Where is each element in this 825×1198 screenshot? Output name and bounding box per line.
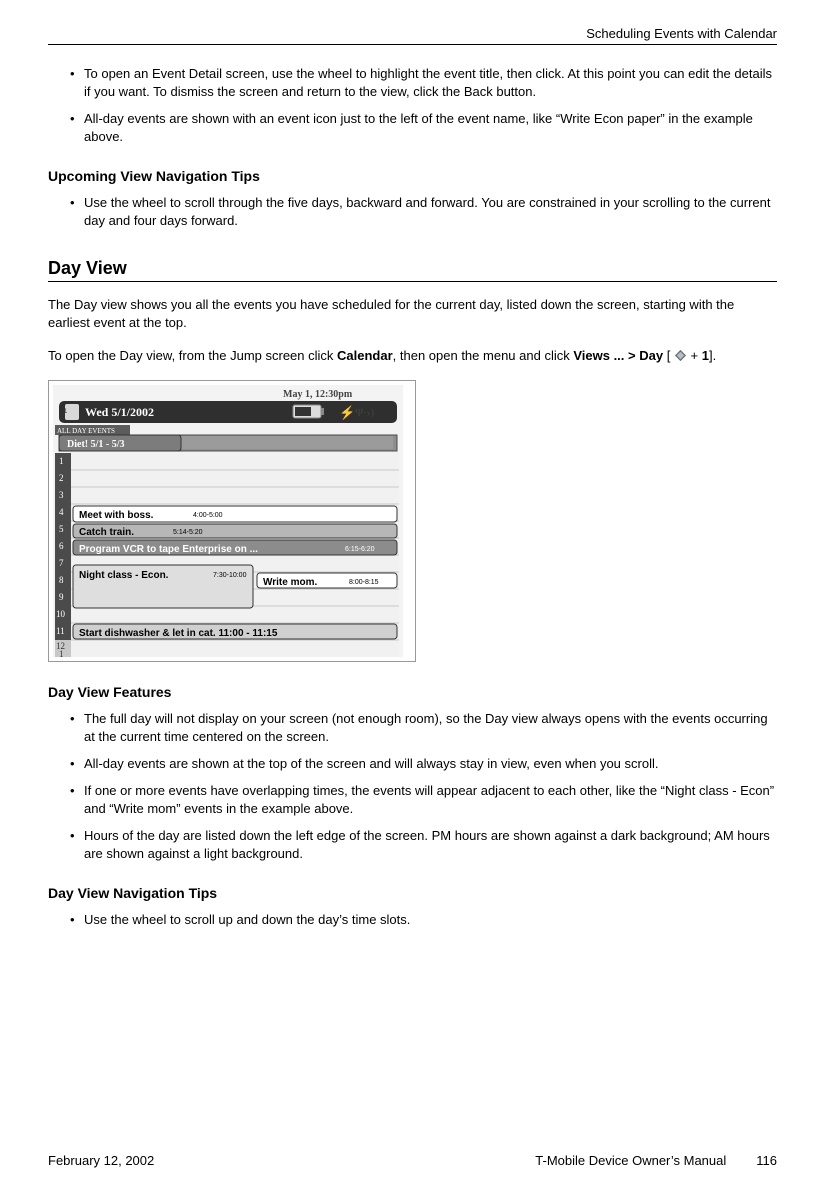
text: , then open the menu and click bbox=[393, 348, 574, 363]
list-item: Hours of the day are listed down the lef… bbox=[70, 827, 777, 863]
svg-text:11: 11 bbox=[56, 626, 65, 636]
header-rule bbox=[48, 44, 777, 45]
event-meet-title: Meet with boss. bbox=[79, 510, 154, 521]
list-item: To open an Event Detail screen, use the … bbox=[70, 65, 777, 101]
page-footer: February 12, 2002 T-Mobile Device Owner’… bbox=[48, 1153, 777, 1168]
svg-text:5: 5 bbox=[59, 524, 64, 534]
event-mom-time: 8:00-8:15 bbox=[349, 579, 379, 586]
text: ]. bbox=[709, 348, 716, 363]
day-view-heading: Day View bbox=[48, 258, 777, 279]
svg-text:4: 4 bbox=[59, 507, 64, 517]
svg-text:Ψ·›): Ψ·›) bbox=[355, 407, 374, 419]
svg-text:1: 1 bbox=[59, 456, 64, 466]
date-pill: Wed 5/1/2002 bbox=[85, 405, 154, 419]
event-night-time: 7:30-10:00 bbox=[213, 572, 247, 579]
views-day-label: Views ... > Day bbox=[573, 348, 663, 363]
calendar-label: Calendar bbox=[337, 348, 393, 363]
event-train-title: Catch train. bbox=[79, 527, 134, 538]
list-item: If one or more events have overlapping t… bbox=[70, 782, 777, 818]
upcoming-tips-list: Use the wheel to scroll through the five… bbox=[48, 194, 777, 230]
footer-page-number: 116 bbox=[756, 1153, 777, 1168]
day-view-intro: The Day view shows you all the events yo… bbox=[48, 296, 777, 334]
menu-icon bbox=[674, 349, 687, 362]
event-meet-time: 4:00-5:00 bbox=[193, 512, 223, 519]
svg-text:⚡: ⚡ bbox=[339, 405, 355, 421]
svg-text:9: 9 bbox=[59, 592, 64, 602]
day-view-features-heading: Day View Features bbox=[48, 684, 777, 700]
event-vcr-title: Program VCR to tape Enterprise on ... bbox=[79, 544, 258, 555]
event-vcr-time: 6:15-6:20 bbox=[345, 546, 375, 553]
day-view-nav-tips-heading: Day View Navigation Tips bbox=[48, 885, 777, 901]
text: + bbox=[687, 348, 702, 363]
event-night-title: Night class - Econ. bbox=[79, 570, 169, 581]
text: [ bbox=[663, 348, 674, 363]
svg-text:6: 6 bbox=[59, 541, 64, 551]
all-day-label: ALL DAY EVENTS bbox=[57, 427, 115, 435]
list-item: Use the wheel to scroll through the five… bbox=[70, 194, 777, 230]
day-view-features-list: The full day will not display on your sc… bbox=[48, 710, 777, 863]
svg-text:8: 8 bbox=[59, 575, 64, 585]
section-rule bbox=[48, 281, 777, 282]
day-view-open-instructions: To open the Day view, from the Jump scre… bbox=[48, 347, 777, 366]
svg-text:2: 2 bbox=[59, 473, 64, 483]
clock-label: May 1, 12:30pm bbox=[283, 389, 353, 400]
svg-text:7: 7 bbox=[59, 558, 64, 568]
svg-text:3: 3 bbox=[59, 490, 64, 500]
intro-bullet-list: To open an Event Detail screen, use the … bbox=[48, 65, 777, 146]
svg-text:1: 1 bbox=[59, 649, 64, 657]
list-item: The full day will not display on your sc… bbox=[70, 710, 777, 746]
upcoming-tips-heading: Upcoming View Navigation Tips bbox=[48, 168, 777, 184]
day-view-nav-tips-list: Use the wheel to scroll up and down the … bbox=[48, 911, 777, 929]
event-dish-title: Start dishwasher & let in cat. 11:00 - 1… bbox=[79, 628, 278, 639]
all-day-event: Diet! 5/1 - 5/3 bbox=[67, 439, 125, 450]
day-view-screenshot: May 1, 12:30pm 1 Wed 5/1/2002 ⚡ Ψ·›) ALL… bbox=[48, 380, 416, 662]
running-header: Scheduling Events with Calendar bbox=[48, 26, 777, 41]
list-item: Use the wheel to scroll up and down the … bbox=[70, 911, 777, 929]
text: To open the Day view, from the Jump scre… bbox=[48, 348, 337, 363]
svg-text:10: 10 bbox=[56, 609, 66, 619]
footer-date: February 12, 2002 bbox=[48, 1153, 154, 1168]
list-item: All-day events are shown at the top of t… bbox=[70, 755, 777, 773]
shortcut-key: 1 bbox=[702, 348, 709, 363]
event-mom-title: Write mom. bbox=[263, 577, 317, 588]
list-item: All-day events are shown with an event i… bbox=[70, 110, 777, 146]
footer-title: T-Mobile Device Owner’s Manual bbox=[535, 1153, 726, 1168]
event-train-time: 5:14-5:20 bbox=[173, 529, 203, 536]
